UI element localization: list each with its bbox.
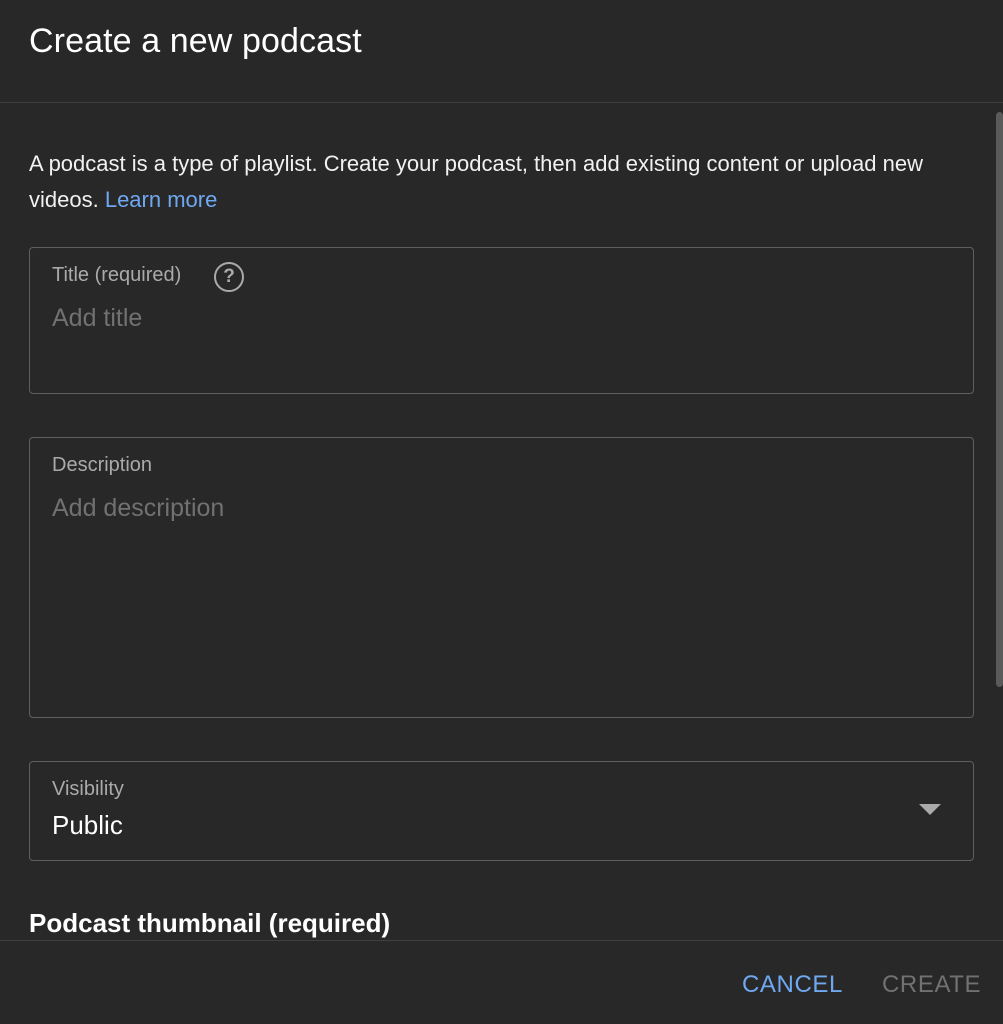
dialog-content[interactable]: A podcast is a type of playlist. Create … bbox=[0, 104, 1003, 940]
description-input[interactable] bbox=[52, 492, 951, 692]
title-field[interactable]: Title (required) ? bbox=[29, 247, 974, 394]
dialog-title: Create a new podcast bbox=[29, 22, 362, 60]
title-input[interactable] bbox=[52, 302, 951, 334]
create-button[interactable]: CREATE bbox=[882, 971, 981, 999]
cancel-button[interactable]: CANCEL bbox=[742, 971, 843, 999]
title-label: Title (required) bbox=[52, 264, 182, 286]
scrollbar-thumb[interactable] bbox=[996, 112, 1003, 687]
description-label: Description bbox=[52, 454, 153, 476]
visibility-label: Visibility bbox=[52, 778, 124, 800]
description-field[interactable]: Description bbox=[29, 437, 974, 718]
dialog-footer: CANCEL CREATE bbox=[0, 940, 1003, 1024]
visibility-select[interactable]: Visibility Public bbox=[29, 761, 974, 861]
triangle-down-icon[interactable] bbox=[919, 804, 941, 815]
thumbnail-heading: Podcast thumbnail (required) bbox=[29, 908, 391, 938]
create-podcast-dialog: Create a new podcast A podcast is a type… bbox=[0, 0, 1003, 1024]
learn-more-link[interactable]: Learn more bbox=[105, 187, 218, 212]
intro-text: A podcast is a type of playlist. Create … bbox=[29, 146, 959, 218]
visibility-value: Public bbox=[52, 810, 123, 840]
dialog-header: Create a new podcast bbox=[0, 0, 1003, 103]
help-circle-icon[interactable]: ? bbox=[214, 262, 244, 292]
